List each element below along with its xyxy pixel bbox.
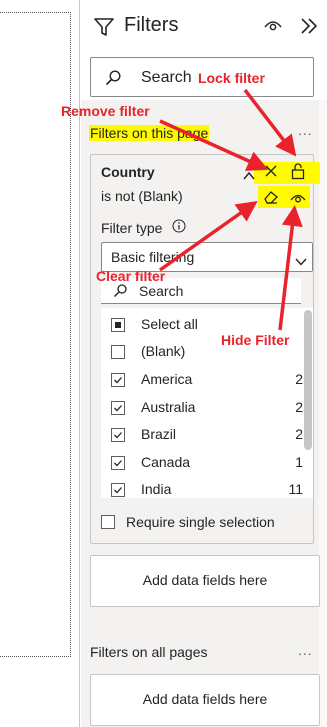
- info-icon[interactable]: [172, 219, 186, 233]
- item-label: Australia: [141, 399, 196, 415]
- list-item[interactable]: India 11: [101, 477, 313, 504]
- list-item[interactable]: Australia 2: [101, 395, 313, 422]
- checkbox[interactable]: [111, 428, 125, 442]
- item-label: Canada: [141, 454, 191, 470]
- item-count: 2: [295, 426, 303, 442]
- item-count: 11: [288, 481, 303, 497]
- checkbox[interactable]: [111, 456, 125, 470]
- chevron-up-icon[interactable]: [243, 168, 255, 180]
- require-single-selection-label: Require single selection: [126, 514, 275, 530]
- checkbox[interactable]: [111, 483, 125, 497]
- search-icon: [113, 284, 127, 298]
- item-label: India: [141, 481, 172, 497]
- filters-on-all-pages-label: Filters on all pages: [90, 644, 208, 660]
- filter-card-title[interactable]: Country: [101, 164, 155, 180]
- list-scrollbar[interactable]: [304, 310, 312, 450]
- checkbox[interactable]: [111, 318, 125, 332]
- filter-card-subtitle: is not (Blank): [101, 188, 183, 204]
- eraser-icon[interactable]: [263, 190, 279, 204]
- item-count: 2: [295, 371, 303, 387]
- eye-icon[interactable]: [290, 191, 306, 203]
- item-label: (Blank): [141, 343, 186, 359]
- annotation-remove-filter: Remove filter: [61, 103, 150, 119]
- list-search-placeholder: Search: [139, 283, 184, 299]
- item-label: America: [141, 371, 193, 387]
- dropdown-value: Basic filtering: [111, 249, 195, 265]
- filter-type-label: Filter type: [101, 220, 163, 236]
- close-icon[interactable]: [264, 164, 278, 178]
- add-data-fields-drop-zone[interactable]: Add data fields here: [90, 674, 320, 726]
- item-count: 2: [295, 399, 303, 415]
- search-placeholder: Search: [141, 69, 192, 86]
- drop-zone-label: Add data fields here: [142, 691, 268, 707]
- list-item[interactable]: Canada 1: [101, 450, 313, 477]
- annotation-hide-filter: Hide Filter: [221, 332, 290, 348]
- checkbox[interactable]: [101, 515, 115, 529]
- item-count: 1: [295, 454, 303, 470]
- funnel-icon: [93, 16, 115, 38]
- more-options-icon[interactable]: ...: [298, 122, 313, 138]
- list-item[interactable]: Brazil 2: [101, 422, 313, 449]
- add-data-fields-drop-zone[interactable]: Add data fields here: [90, 555, 320, 607]
- require-single-selection[interactable]: Require single selection: [101, 513, 301, 533]
- item-label: Brazil: [141, 426, 177, 442]
- pane-title: Filters: [124, 14, 179, 36]
- search-icon: [105, 70, 121, 86]
- checkbox[interactable]: [111, 401, 125, 415]
- eye-icon[interactable]: [264, 18, 282, 32]
- filters-on-this-page-label: Filters on this page: [89, 125, 210, 141]
- list-item[interactable]: America 2: [101, 367, 313, 394]
- drop-zone-label: Add data fields here: [142, 572, 268, 588]
- collapse-pane-icon[interactable]: [300, 16, 318, 36]
- lock-icon[interactable]: [291, 162, 305, 180]
- more-options-icon[interactable]: ...: [298, 642, 313, 658]
- chevron-down-icon: [295, 253, 307, 266]
- panel-scrollbar[interactable]: [319, 100, 327, 727]
- annotation-lock-filter: Lock filter: [198, 70, 265, 86]
- item-label: Select all: [141, 316, 198, 332]
- annotation-clear-filter: Clear filter: [96, 268, 166, 284]
- checkbox[interactable]: [111, 373, 125, 387]
- checkbox[interactable]: [111, 345, 125, 359]
